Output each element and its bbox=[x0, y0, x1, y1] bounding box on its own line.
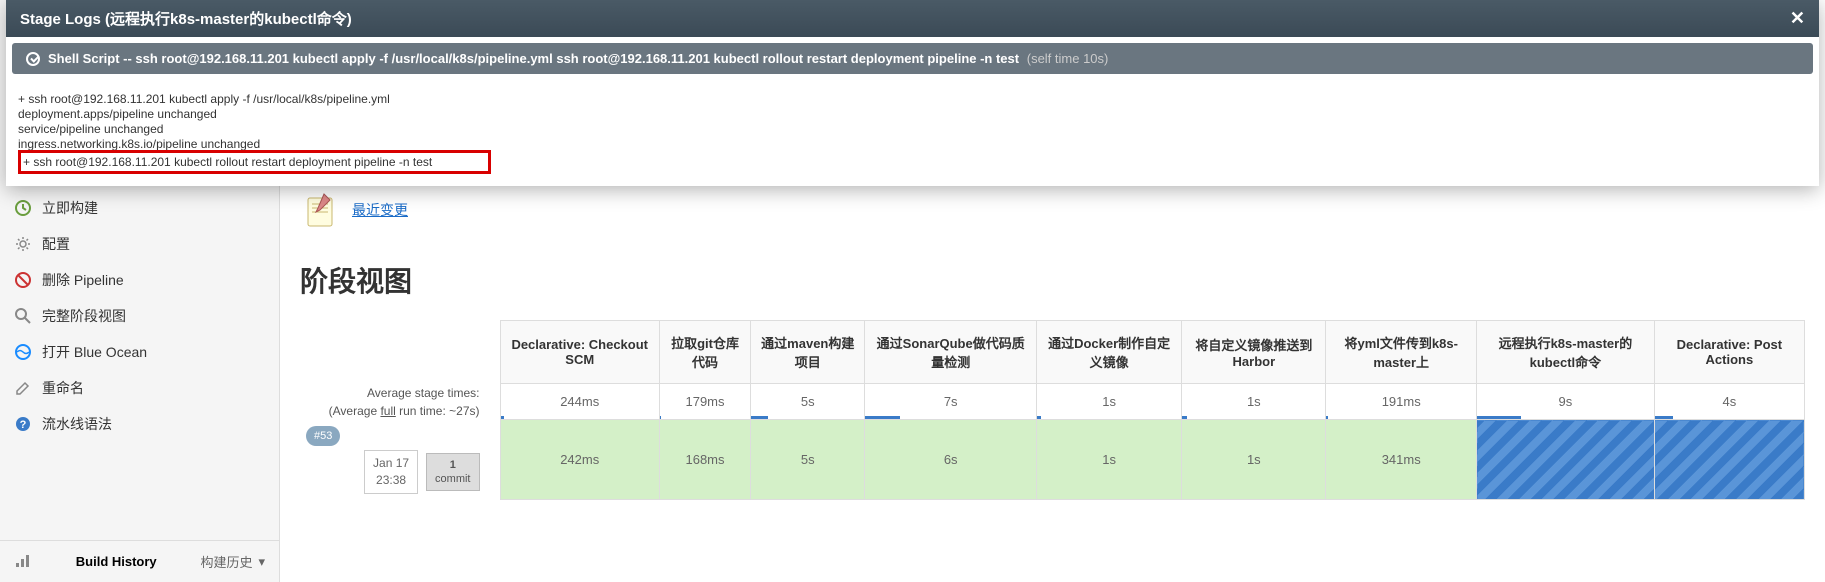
stage-col-5: 将自定义镜像推送到Harbor bbox=[1182, 321, 1326, 384]
recent-changes-link[interactable]: 最近变更 bbox=[352, 200, 408, 220]
build-history-title: Build History bbox=[76, 554, 157, 569]
close-icon[interactable]: ✕ bbox=[1790, 8, 1805, 29]
sidebar-item-rename[interactable]: 重命名 bbox=[0, 370, 279, 406]
avg-cell: 4s bbox=[1654, 384, 1804, 420]
stage-col-3: 通过SonarQube做代码质量检测 bbox=[865, 321, 1036, 384]
run-badge[interactable]: #53 bbox=[306, 426, 340, 447]
stage-view-title: 阶段视图 bbox=[300, 260, 1805, 300]
sidebar-item-delete-pipeline[interactable]: 删除 Pipeline bbox=[0, 262, 279, 298]
avg-cell: 1s bbox=[1036, 384, 1181, 420]
avg-cell: 1s bbox=[1182, 384, 1326, 420]
help-icon: ? bbox=[14, 415, 32, 433]
run-cell[interactable]: 168ms bbox=[659, 420, 750, 500]
edit-icon bbox=[14, 379, 32, 397]
success-check-icon bbox=[26, 52, 40, 66]
stage-logs-modal: Stage Logs (远程执行k8s-master的kubectl命令) ✕ … bbox=[6, 0, 1819, 186]
empty-header bbox=[300, 321, 500, 384]
stage-col-0: Declarative: Checkout SCM bbox=[500, 321, 659, 384]
run-date: Jan 1723:38 bbox=[364, 450, 418, 494]
run-cell[interactable]: 341ms bbox=[1326, 420, 1477, 500]
run-cell-running[interactable] bbox=[1477, 420, 1655, 500]
run-cell[interactable]: 6s bbox=[865, 420, 1036, 500]
log-output: + ssh root@192.168.11.201 kubectl apply … bbox=[6, 80, 1819, 186]
blue-ocean-icon bbox=[14, 343, 32, 361]
run-cell[interactable]: 242ms bbox=[500, 420, 659, 500]
stage-col-7: 远程执行k8s-master的kubectl命令 bbox=[1477, 321, 1655, 384]
sidebar-item-label: 重命名 bbox=[42, 378, 84, 398]
stage-col-4: 通过Docker制作自定义镜像 bbox=[1036, 321, 1181, 384]
magnifier-icon bbox=[14, 307, 32, 325]
commit-box[interactable]: 1 commit bbox=[426, 453, 479, 492]
modal-title: Stage Logs (远程执行k8s-master的kubectl命令) bbox=[20, 8, 352, 29]
gear-icon bbox=[14, 235, 32, 253]
sidebar-item-configure[interactable]: 配置 bbox=[0, 226, 279, 262]
run-row-label: #53 Jan 1723:38 1 commit bbox=[300, 420, 500, 500]
clock-icon bbox=[14, 199, 32, 217]
stage-col-2: 通过maven构建项目 bbox=[751, 321, 865, 384]
avg-row-label: Average stage times: (Average full run t… bbox=[300, 384, 500, 420]
sidebar-item-build-now[interactable]: 立即构建 bbox=[0, 190, 279, 226]
sidebar-item-label: 删除 Pipeline bbox=[42, 270, 124, 290]
sidebar-item-label: 流水线语法 bbox=[42, 414, 112, 434]
highlighted-log-line: + ssh root@192.168.11.201 kubectl rollou… bbox=[18, 150, 491, 174]
sidebar-item-label: 完整阶段视图 bbox=[42, 306, 126, 326]
sidebar-item-label: 配置 bbox=[42, 234, 70, 254]
run-cell[interactable]: 1s bbox=[1036, 420, 1181, 500]
avg-cell: 179ms bbox=[659, 384, 750, 420]
modal-header: Stage Logs (远程执行k8s-master的kubectl命令) ✕ bbox=[6, 0, 1819, 37]
recent-changes: 最近变更 bbox=[300, 190, 1805, 230]
sidebar-item-label: 立即构建 bbox=[42, 198, 98, 218]
sidebar-item-blue-ocean[interactable]: 打开 Blue Ocean bbox=[0, 334, 279, 370]
build-history-icon bbox=[14, 551, 32, 572]
chevron-down-icon: ▾ bbox=[258, 554, 265, 570]
sidebar-item-label: 打开 Blue Ocean bbox=[42, 342, 147, 362]
avg-cell: 7s bbox=[865, 384, 1036, 420]
run-row[interactable]: #53 Jan 1723:38 1 commit 242ms 168m bbox=[300, 420, 1805, 500]
avg-row: Average stage times: (Average full run t… bbox=[300, 384, 1805, 420]
stage-table: Declarative: Checkout SCM 拉取git仓库代码 通过ma… bbox=[300, 320, 1805, 500]
svg-text:?: ? bbox=[20, 419, 27, 431]
stage-col-8: Declarative: Post Actions bbox=[1654, 321, 1804, 384]
stage-col-1: 拉取git仓库代码 bbox=[659, 321, 750, 384]
no-entry-icon bbox=[14, 271, 32, 289]
avg-cell: 5s bbox=[751, 384, 865, 420]
run-cell[interactable]: 5s bbox=[751, 420, 865, 500]
sidebar-item-pipeline-syntax[interactable]: ? 流水线语法 bbox=[0, 406, 279, 442]
build-history-right: 构建历史 ▾ bbox=[200, 552, 265, 571]
notepad-icon bbox=[300, 190, 340, 230]
avg-cell: 191ms bbox=[1326, 384, 1477, 420]
run-cell[interactable]: 1s bbox=[1182, 420, 1326, 500]
run-cell-running[interactable] bbox=[1654, 420, 1804, 500]
avg-cell: 244ms bbox=[500, 384, 659, 420]
stage-col-6: 将yml文件传到k8s-master上 bbox=[1326, 321, 1477, 384]
sidebar-item-full-stage-view[interactable]: 完整阶段视图 bbox=[0, 298, 279, 334]
sidebar-build-history[interactable]: Build History 构建历史 ▾ bbox=[0, 540, 279, 582]
modal-step-header[interactable]: Shell Script -- ssh root@192.168.11.201 … bbox=[12, 43, 1813, 74]
avg-cell: 9s bbox=[1477, 384, 1655, 420]
